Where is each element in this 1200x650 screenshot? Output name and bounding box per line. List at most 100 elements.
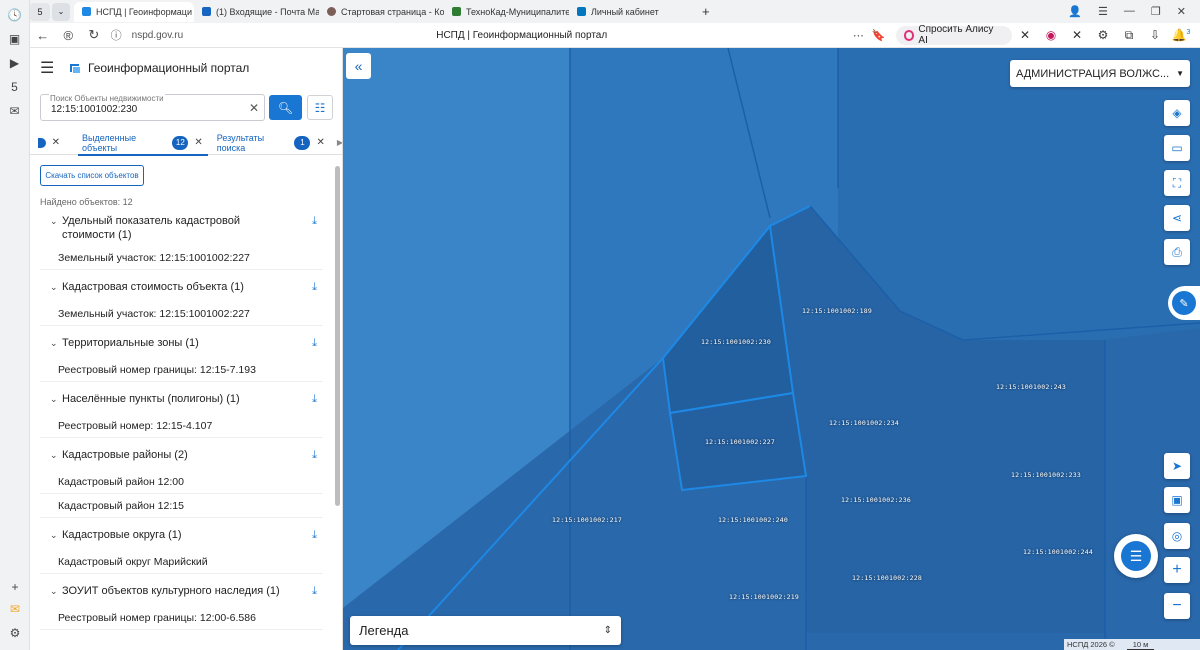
- location-button[interactable]: ◎: [1164, 523, 1190, 549]
- collections-icon[interactable]: ▣: [6, 30, 24, 48]
- restore-icon[interactable]: ❐: [1151, 5, 1161, 18]
- minimize-icon[interactable]: —: [1124, 5, 1135, 18]
- parcel-label[interactable]: 12:15:1001002:236: [841, 496, 911, 504]
- extension-icon[interactable]: ✕: [1064, 28, 1090, 43]
- chat-button[interactable]: ☰: [1114, 534, 1158, 578]
- layers-button[interactable]: ◈: [1164, 100, 1190, 126]
- download-list-button[interactable]: Скачать список объектов: [40, 165, 144, 186]
- list-item[interactable]: Земельный участок: 12:15:1001002:227: [40, 302, 323, 326]
- administration-select[interactable]: АДМИНИСТРАЦИЯ ВОЛЖС... ▼: [1010, 60, 1190, 87]
- bookmark-icon[interactable]: 🔖: [872, 29, 886, 42]
- download-icon[interactable]: ⤓: [312, 280, 317, 294]
- add-icon[interactable]: +: [6, 578, 24, 596]
- minimap-button[interactable]: ▣: [1164, 487, 1190, 513]
- close-results-tab-icon[interactable]: ✕: [316, 137, 324, 148]
- parcel-label[interactable]: 12:15:1001002:219: [729, 593, 799, 601]
- parcel-label[interactable]: 12:15:1001002:243: [996, 383, 1066, 391]
- messenger-icon[interactable]: ✉: [6, 102, 24, 120]
- chevron-down-icon[interactable]: ⌄: [50, 528, 58, 542]
- parcel-label[interactable]: 12:15:1001002:230: [701, 338, 771, 346]
- mail-icon[interactable]: ✉: [6, 600, 24, 618]
- chevron-down-icon[interactable]: ⌄: [50, 448, 58, 462]
- downloads-icon[interactable]: ⇩: [1142, 28, 1168, 43]
- clear-icon[interactable]: ✕: [249, 101, 259, 115]
- panel-scrollbar[interactable]: [335, 166, 340, 506]
- tab-cabinet[interactable]: Личный кабинет: [569, 2, 694, 22]
- geolocation-button[interactable]: ➤: [1164, 453, 1190, 479]
- site-info-icon[interactable]: ⓘ: [111, 27, 122, 43]
- notifications-icon[interactable]: 🔔3: [1168, 28, 1194, 43]
- download-icon[interactable]: ⤓: [312, 584, 317, 598]
- legend-panel[interactable]: Легенда ⇕: [350, 616, 621, 645]
- group-header[interactable]: ⌄ Кадастровая стоимость объекта (1) ⤓: [40, 280, 323, 302]
- chevron-down-icon[interactable]: ⌄: [50, 584, 58, 598]
- five-icon[interactable]: 5: [6, 78, 24, 96]
- profile-icon[interactable]: 👤: [1068, 5, 1082, 18]
- group-header[interactable]: ⌄ Кадастровые округа (1) ⤓: [40, 528, 323, 550]
- parcel-label[interactable]: 12:15:1001002:234: [829, 419, 899, 427]
- more-icon[interactable]: ⋯: [853, 29, 864, 42]
- parcel-label[interactable]: 12:15:1001002:233: [1011, 471, 1081, 479]
- tab-start[interactable]: Стартовая страница - Ко: [319, 2, 444, 22]
- list-item[interactable]: Реестровый номер: 12:15-4.107: [40, 414, 323, 438]
- list-item[interactable]: Кадастровый район 12:00: [40, 470, 323, 494]
- settings-icon[interactable]: ⚙: [6, 624, 24, 642]
- group-header[interactable]: ⌄ ЗОУИТ объектов культурного наследия (1…: [40, 584, 323, 606]
- list-item[interactable]: Земельный участок: 12:15:1001002:227: [40, 246, 323, 270]
- side-assistant-tab[interactable]: ✎: [1168, 286, 1200, 320]
- tab-search-results[interactable]: Результаты поиска 1: [217, 131, 311, 155]
- ask-alice-button[interactable]: Спросить Алису AI: [895, 24, 1012, 46]
- history-icon[interactable]: 🕓: [6, 6, 24, 24]
- parcel-label[interactable]: 12:15:1001002:228: [852, 574, 922, 582]
- measure-button[interactable]: ▭: [1164, 135, 1190, 161]
- group-header[interactable]: ⌄ Населённые пункты (полигоны) (1) ⤓: [40, 392, 323, 414]
- print-button[interactable]: ⎙: [1164, 239, 1190, 265]
- download-icon[interactable]: ⤓: [312, 214, 317, 228]
- chevron-down-icon[interactable]: ⌄: [50, 280, 58, 294]
- collapse-panel-button[interactable]: «: [346, 53, 371, 79]
- zoom-out-button[interactable]: −: [1164, 593, 1190, 619]
- menu-icon[interactable]: ☰: [40, 58, 64, 78]
- tab-technokad[interactable]: ТехноКад-Муниципалите: [444, 2, 569, 22]
- parcel-label[interactable]: 12:15:1001002:227: [705, 438, 775, 446]
- expand-icon[interactable]: ⇕: [604, 625, 612, 636]
- chevron-down-icon[interactable]: ⌄: [50, 392, 58, 406]
- tab-nspd[interactable]: НСПД | Геоинформаци ✕: [74, 1, 194, 22]
- back-icon[interactable]: ←: [30, 24, 56, 46]
- list-item[interactable]: Кадастровый район 12:15: [40, 494, 323, 518]
- chevron-down-icon[interactable]: ⌄: [50, 214, 58, 228]
- filter-button[interactable]: ☷: [307, 95, 333, 120]
- download-icon[interactable]: ⤓: [312, 336, 317, 350]
- group-header[interactable]: ⌄ Территориальные зоны (1) ⤓: [40, 336, 323, 358]
- parcel-label[interactable]: 12:15:1001002:217: [552, 516, 622, 524]
- parcel-label[interactable]: 12:15:1001002:240: [718, 516, 788, 524]
- list-item[interactable]: Реестровый номер границы: 12:15-7.193: [40, 358, 323, 382]
- tab-selected-objects[interactable]: Выделенные объекты 12: [77, 131, 209, 156]
- group-header[interactable]: ⌄ Удельный показатель кадастровой стоимо…: [40, 214, 323, 246]
- parcel-label[interactable]: 12:15:1001002:244: [1023, 548, 1093, 556]
- download-icon[interactable]: ⤓: [312, 392, 317, 406]
- url-field[interactable]: nspd.gov.ru: [132, 30, 437, 41]
- search-input[interactable]: Поиск Объекты недвижимости 12:15:1001002…: [40, 94, 265, 121]
- reload-icon[interactable]: ↻: [81, 24, 107, 46]
- search-button[interactable]: 🔍︎: [269, 95, 302, 120]
- zoom-in-button[interactable]: +: [1164, 557, 1190, 583]
- bookmarks-icon[interactable]: ☰: [1098, 5, 1108, 18]
- group-header[interactable]: ⌄ Кадастровые районы (2) ⤓: [40, 448, 323, 470]
- tab-scroll-left-icon[interactable]: [38, 137, 46, 148]
- extension-icon[interactable]: ✕: [1012, 28, 1038, 43]
- select-area-button[interactable]: ⛶: [1164, 170, 1190, 196]
- new-tab-button[interactable]: +: [694, 2, 716, 22]
- tab-count[interactable]: 5: [30, 2, 50, 21]
- record-icon[interactable]: ◉: [1038, 28, 1064, 43]
- map-view[interactable]: 12:15:1001002:189 12:15:1001002:230 12:1…: [343, 48, 1200, 650]
- tab-mail[interactable]: (1) Входящие - Почта Ма: [194, 2, 319, 22]
- tab-list-dropdown[interactable]: ⌄: [52, 2, 70, 21]
- puzzle-icon[interactable]: ⚙: [1090, 28, 1116, 43]
- share-button[interactable]: ⋖: [1164, 205, 1190, 231]
- chevron-down-icon[interactable]: ⌄: [50, 336, 58, 350]
- list-item[interactable]: Реестровый номер границы: 12:00-6.586: [40, 606, 323, 630]
- close-window-icon[interactable]: ✕: [1177, 5, 1186, 18]
- close-selected-tab-icon[interactable]: ✕: [194, 137, 202, 148]
- parcel-label[interactable]: 12:15:1001002:189: [802, 307, 872, 315]
